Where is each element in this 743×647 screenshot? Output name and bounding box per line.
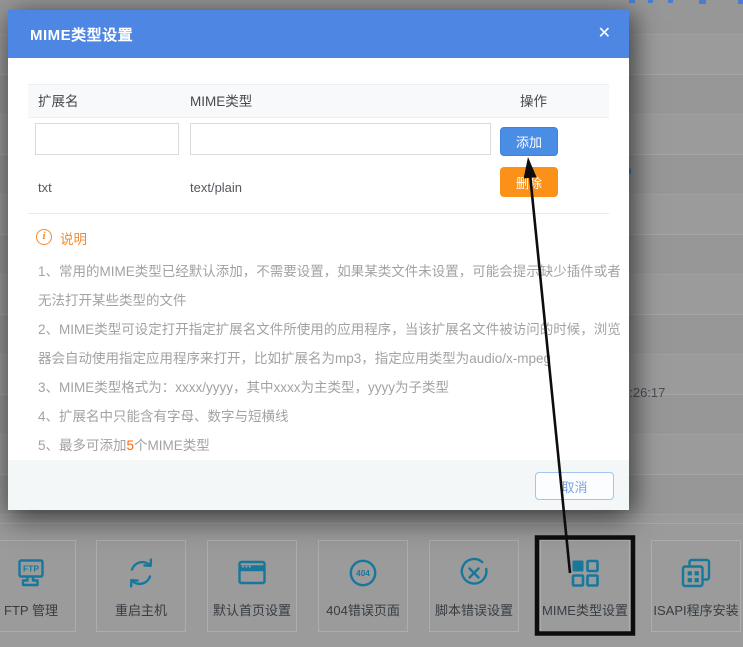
cutoff-icon-fragment <box>648 0 653 3</box>
toolbar-card-label: 重启主机 <box>115 600 167 619</box>
bottom-toolbar: FTP FTP 管理 重启主机 <box>0 540 743 632</box>
notice-line: 器会自动使用指定应用程序来打开，比如扩展名为mp3，指定应用类型为audio/x… <box>38 344 603 373</box>
toolbar-card-label: 默认首页设置 <box>213 600 291 619</box>
table-header-row: 扩展名 MIME类型 操作 <box>28 84 609 118</box>
toolbar-card-label: 脚本错误设置 <box>435 600 513 619</box>
toolbar-card-ftp[interactable]: FTP FTP 管理 <box>0 540 76 632</box>
toolbar-card-restart[interactable]: 重启主机 <box>96 540 186 632</box>
modal-footer: 取消 <box>8 460 629 510</box>
notice-line: 无法打开某些类型的文件 <box>38 286 603 315</box>
delete-button[interactable]: 删除 <box>500 167 558 197</box>
toolbar-card-label: FTP 管理 <box>4 600 58 619</box>
backdrop-section-divider <box>0 523 743 524</box>
screen: 4:26:17 FTP FTP 管理 重启主机 <box>0 0 743 647</box>
notice-line: 5、最多可添加5个MIME类型 <box>38 431 603 460</box>
cancel-button[interactable]: 取消 <box>535 472 614 500</box>
toolbar-card-label: ISAPI程序安装 <box>653 600 738 619</box>
circle-x-icon <box>456 555 492 591</box>
row-separator <box>28 213 609 214</box>
modal-header: MIME类型设置 ✕ <box>8 10 629 58</box>
info-icon: i <box>36 229 52 245</box>
column-header-extension: 扩展名 <box>38 85 79 119</box>
extension-input[interactable] <box>35 123 179 155</box>
column-header-mime-type: MIME类型 <box>190 85 252 119</box>
ftp-monitor-icon: FTP <box>13 555 49 591</box>
stacked-windows-icon <box>678 555 714 591</box>
row-extension-value: txt <box>38 173 52 203</box>
cutoff-icon-fragment <box>668 0 673 3</box>
toolbar-card-default-page[interactable]: 默认首页设置 <box>207 540 297 632</box>
cutoff-icon-fragment <box>738 0 743 4</box>
max-count-highlight: 5 <box>127 438 135 453</box>
toolbar-card-isapi[interactable]: ISAPI程序安装 <box>651 540 741 632</box>
notice-line: 3、MIME类型格式为：xxxx/yyyy，其中xxxx为主类型，yyyy为子类… <box>38 373 603 402</box>
row-mime-value: text/plain <box>190 173 242 203</box>
notice-text: 1、常用的MIME类型已经默认添加，不需要设置，如果某类文件未设置，可能会提示缺… <box>38 257 603 460</box>
mime-type-input[interactable] <box>190 123 491 155</box>
modal-title: MIME类型设置 <box>30 24 133 45</box>
four-squares-icon <box>567 555 603 591</box>
restart-icon <box>123 555 159 591</box>
404-circle-icon: 404 <box>345 555 381 591</box>
svg-text:FTP: FTP <box>23 564 39 574</box>
notice-line: 1、常用的MIME类型已经默认添加，不需要设置，如果某类文件未设置，可能会提示缺… <box>38 257 603 286</box>
close-icon[interactable]: ✕ <box>598 24 611 44</box>
notice-line: 4、扩展名中只能含有字母、数字与短横线 <box>38 402 603 431</box>
toolbar-card-script-error[interactable]: 脚本错误设置 <box>429 540 519 632</box>
add-button[interactable]: 添加 <box>500 127 558 156</box>
cutoff-icon-fragment <box>699 0 706 4</box>
svg-text:404: 404 <box>356 569 370 578</box>
toolbar-card-mime-settings[interactable]: MIME类型设置 <box>540 540 630 632</box>
toolbar-card-label: MIME类型设置 <box>542 600 628 619</box>
browser-window-icon <box>234 555 270 591</box>
notice-line: 2、MIME类型可设定打开指定扩展名文件所使用的应用程序，当该扩展名文件被访问的… <box>38 315 603 344</box>
toolbar-card-label: 404错误页面 <box>326 600 400 619</box>
mime-settings-modal: MIME类型设置 ✕ 扩展名 MIME类型 操作 添加 txt text/pla… <box>8 10 629 510</box>
notice-title: 说明 <box>60 228 87 248</box>
cutoff-icon-fragment <box>629 0 635 3</box>
toolbar-card-404[interactable]: 404 404错误页面 <box>318 540 408 632</box>
column-header-action: 操作 <box>520 85 547 119</box>
